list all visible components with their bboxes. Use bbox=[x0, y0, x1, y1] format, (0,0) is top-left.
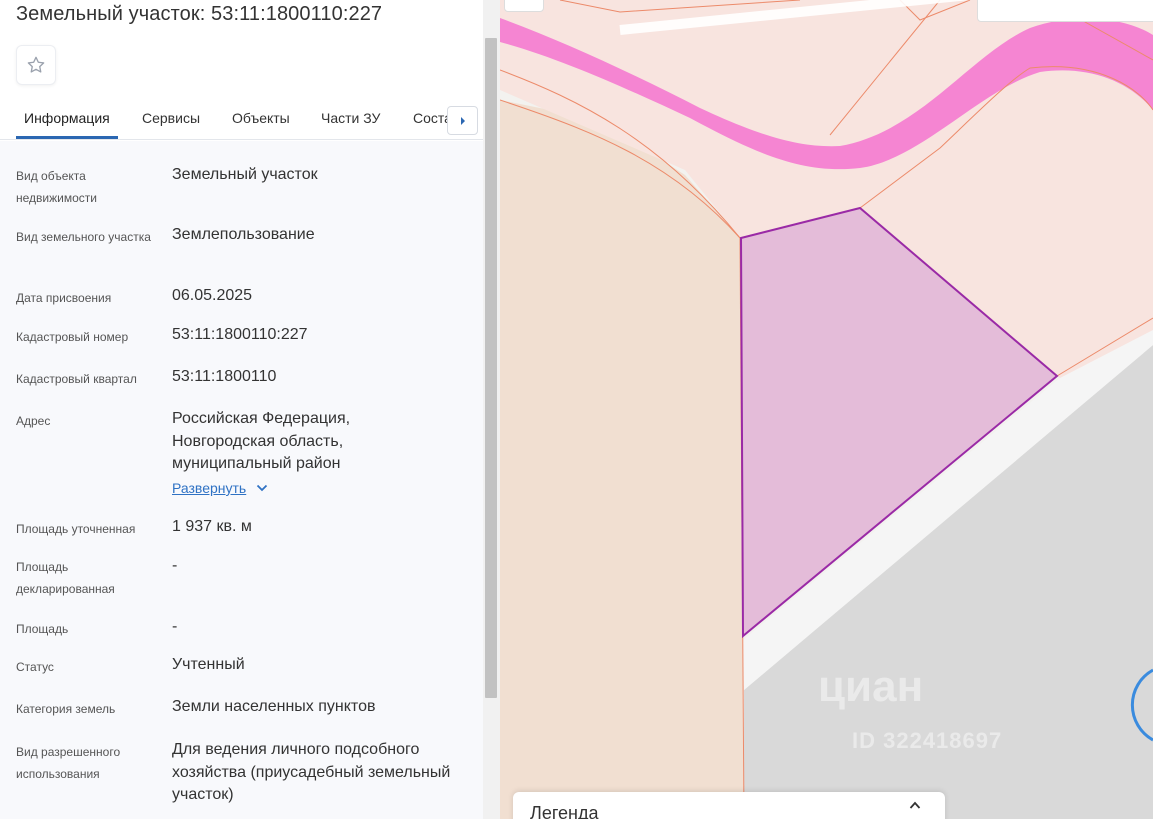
tabs-scroll-right-button[interactable] bbox=[447, 106, 478, 135]
label-parcel-type: Вид земельного участка bbox=[16, 230, 151, 244]
tab-bar: Информация Сервисы Объекты Части ЗУ Сост… bbox=[0, 95, 483, 140]
tab-objects[interactable]: Объекты bbox=[232, 110, 290, 126]
cadastral-map[interactable]: циан ID 322418697 Легенда bbox=[500, 0, 1153, 819]
value-area-declared: - bbox=[172, 557, 178, 574]
label-cadastral-number: Кадастровый номер bbox=[16, 330, 129, 344]
label-area: Площадь bbox=[16, 622, 69, 636]
label-cadastral-quarter: Кадастровый квартал bbox=[16, 372, 137, 386]
address-expand-link[interactable]: Развернуть bbox=[172, 480, 268, 496]
page-title: Земельный участок: 53:11:1800110:227 bbox=[16, 3, 383, 25]
value-cadastral-quarter: 53:11:1800110 bbox=[172, 368, 277, 385]
label-status: Статус bbox=[16, 660, 54, 674]
label-permitted-use: Вид разрешенного использования bbox=[16, 745, 121, 781]
value-permitted-use: Для ведения личного подсобного хозяйства… bbox=[172, 741, 451, 803]
tab-land-parts[interactable]: Части ЗУ bbox=[321, 110, 380, 126]
value-area: - bbox=[172, 618, 178, 635]
label-land-category: Категория земель bbox=[16, 702, 116, 716]
chevron-down-icon bbox=[257, 484, 268, 492]
tab-services[interactable]: Сервисы bbox=[142, 110, 200, 126]
label-area-specified: Площадь уточненная bbox=[16, 522, 136, 536]
value-assign-date: 06.05.2025 bbox=[172, 287, 253, 304]
panel-scrollbar-thumb[interactable] bbox=[485, 38, 497, 698]
object-info-panel: Земельный участок: 53:11:1800110:227 Инф… bbox=[0, 0, 500, 819]
legend-panel[interactable]: Легенда bbox=[513, 792, 945, 819]
address-expand-label: Развернуть bbox=[172, 480, 247, 496]
star-icon bbox=[27, 56, 45, 73]
watermark-id: ID 322418697 bbox=[852, 728, 1003, 753]
watermark-logo: циан bbox=[818, 662, 924, 711]
map-zoom-control[interactable] bbox=[504, 0, 544, 12]
label-object-type: Вид объекта недвижимости bbox=[16, 169, 97, 205]
value-address: Российская Федерация, Новгородская облас… bbox=[172, 410, 351, 472]
legend-title: Легенда bbox=[530, 803, 599, 819]
label-assign-date: Дата присвоения bbox=[16, 291, 112, 305]
chevron-right-icon bbox=[460, 116, 465, 125]
field-area bbox=[500, 100, 744, 819]
label-area-declared: Площадь декларированная bbox=[16, 560, 115, 596]
chevron-up-icon[interactable] bbox=[909, 800, 921, 810]
value-object-type: Земельный участок bbox=[172, 166, 318, 183]
value-status: Учтенный bbox=[172, 656, 245, 673]
value-cadastral-number: 53:11:1800110:227 bbox=[172, 326, 308, 343]
favorite-button[interactable] bbox=[16, 45, 56, 85]
value-land-category: Земли населенных пунктов bbox=[172, 698, 376, 715]
value-parcel-type: Землепользование bbox=[172, 226, 315, 243]
label-address: Адрес bbox=[16, 414, 51, 428]
tab-information[interactable]: Информация bbox=[24, 110, 110, 126]
value-area-specified: 1 937 кв. м bbox=[172, 518, 252, 535]
active-tab-indicator bbox=[16, 136, 118, 139]
map-search-box[interactable] bbox=[977, 0, 1153, 22]
